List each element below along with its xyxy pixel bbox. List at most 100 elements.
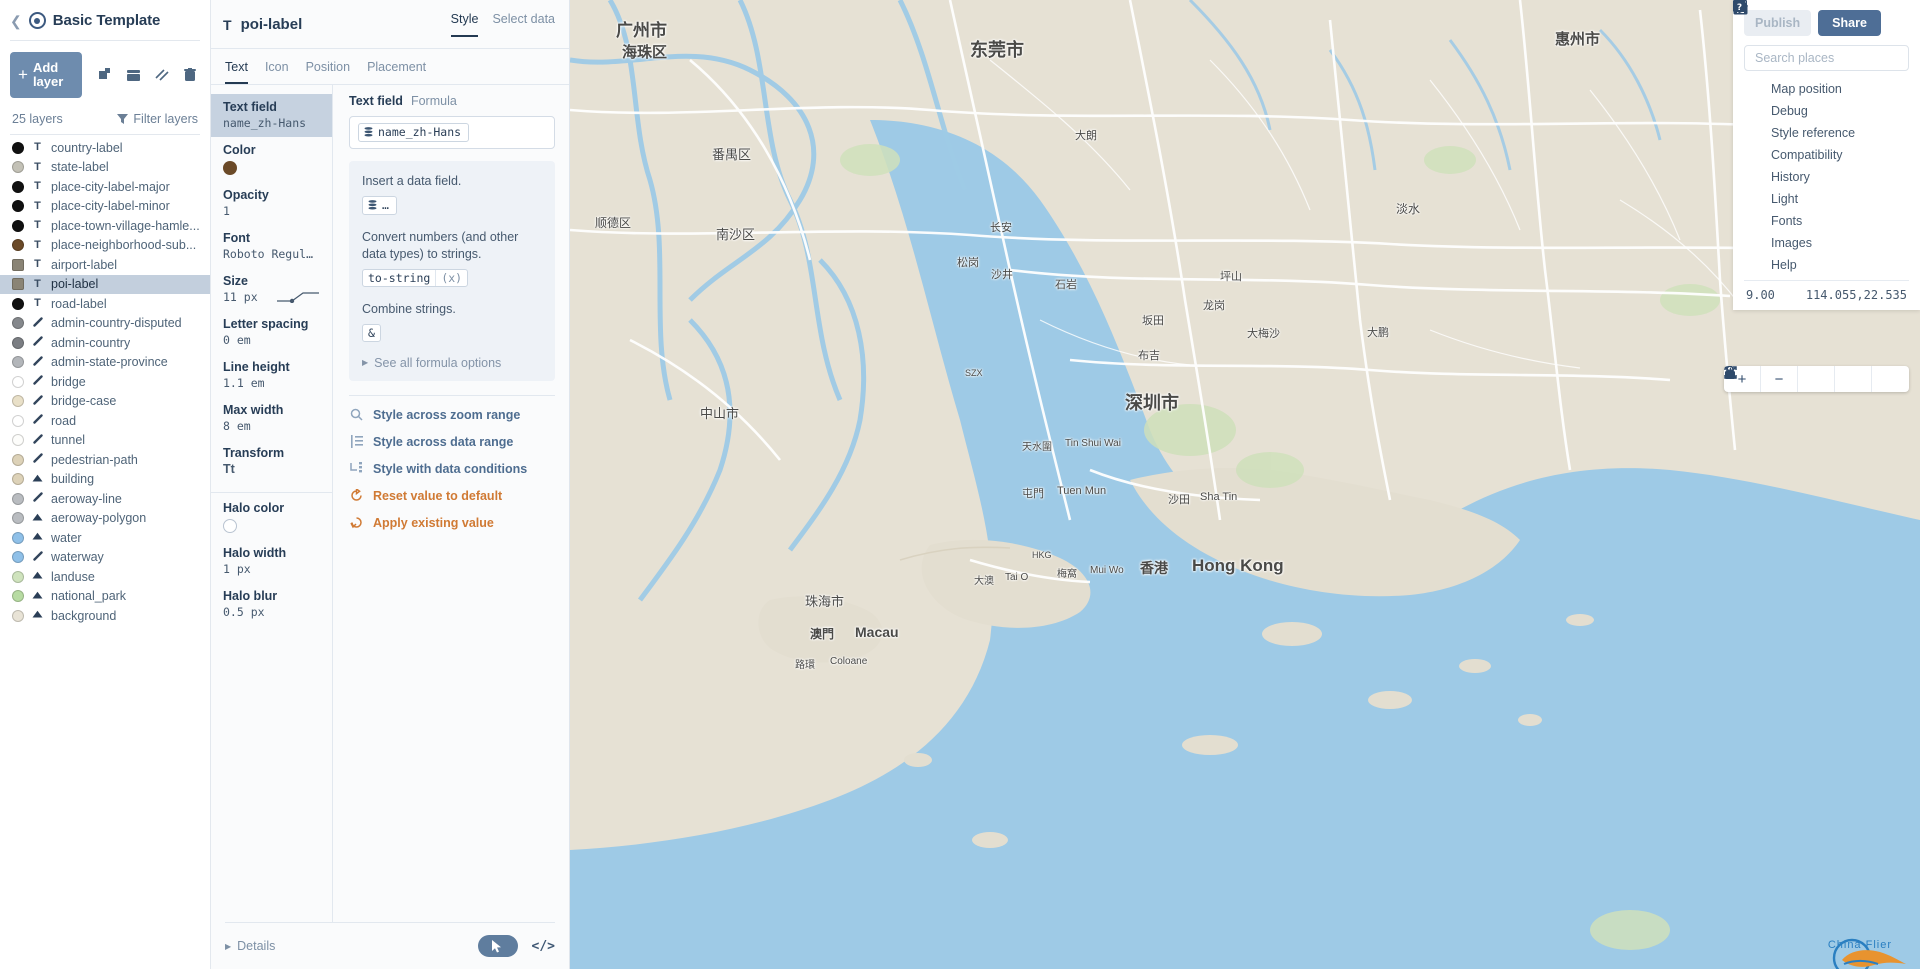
layer-row-national_park[interactable]: national_park xyxy=(0,587,210,607)
hide-icon[interactable] xyxy=(155,68,170,82)
layer-row-background[interactable]: background xyxy=(0,606,210,626)
layer-color-swatch[interactable] xyxy=(12,180,24,193)
action-apply-existing-value[interactable]: Apply existing value xyxy=(349,516,555,530)
menu-item-compatibility[interactable]: Compatibility xyxy=(1733,0,1909,166)
menu-item-debug[interactable]: Debug xyxy=(1733,1,1909,122)
layer-row-place-city-label-minor[interactable]: Tplace-city-label-minor xyxy=(0,197,210,217)
duplicate-icon[interactable] xyxy=(99,68,113,82)
see-all-formula-options[interactable]: ▶ See all formula options xyxy=(362,356,542,370)
layer-color-swatch[interactable] xyxy=(12,200,24,213)
tab-text[interactable]: Text xyxy=(225,60,248,84)
map-canvas[interactable]: 广州市 海珠区 东莞市 深圳市 Hong Kong 香港 Macau 澳門 惠州市 番禺区 南沙区中… xyxy=(570,0,1920,969)
layer-row-place-city-label-major[interactable]: Tplace-city-label-major xyxy=(0,177,210,197)
layer-color-swatch[interactable] xyxy=(12,434,24,447)
layer-row-admin-state-province[interactable]: admin-state-province xyxy=(0,353,210,373)
tab-icon[interactable]: Icon xyxy=(265,60,289,84)
layer-row-airport-label[interactable]: Tairport-label xyxy=(0,255,210,275)
action-style-across-data-range[interactable]: Style across data range xyxy=(349,435,555,449)
layer-color-swatch[interactable] xyxy=(12,161,24,174)
layer-row-building[interactable]: building xyxy=(0,470,210,490)
tab-placement[interactable]: Placement xyxy=(367,60,426,84)
menu-item-map-position[interactable]: Map position xyxy=(1733,0,1909,100)
layer-color-swatch[interactable] xyxy=(12,551,24,564)
action-style-across-zoom-range[interactable]: Style across zoom range xyxy=(349,408,555,422)
fullscreen-icon[interactable] xyxy=(1724,366,1909,392)
layer-row-country-label[interactable]: Tcountry-label xyxy=(0,138,210,158)
tab-position[interactable]: Position xyxy=(306,60,350,84)
zoom-curve-icon[interactable] xyxy=(276,289,320,303)
concat-button[interactable]: & xyxy=(362,323,381,342)
layer-color-swatch[interactable] xyxy=(12,258,24,271)
layer-row-landuse[interactable]: landuse xyxy=(0,567,210,587)
layer-row-aeroway-polygon[interactable]: aeroway-polygon xyxy=(0,509,210,529)
layer-row-admin-country[interactable]: admin-country xyxy=(0,333,210,353)
layer-color-swatch[interactable] xyxy=(12,278,24,291)
layer-color-swatch[interactable] xyxy=(12,317,24,330)
layer-color-swatch[interactable] xyxy=(12,297,24,310)
tab-style[interactable]: Style xyxy=(450,12,479,37)
layer-color-swatch[interactable] xyxy=(12,219,24,232)
layer-color-swatch[interactable] xyxy=(12,395,24,408)
add-layer-button[interactable]: + Add layer xyxy=(10,52,82,98)
zoom-out-icon[interactable]: − xyxy=(1761,366,1798,392)
property-font[interactable]: Font Roboto Regul… xyxy=(211,225,332,268)
property-halo-color[interactable]: Halo color xyxy=(211,495,332,540)
menu-item-history[interactable]: History xyxy=(1733,0,1909,188)
formula-input[interactable]: name_zh-Hans xyxy=(349,116,555,149)
layer-color-swatch[interactable] xyxy=(12,473,24,486)
layer-color-swatch[interactable] xyxy=(12,590,24,603)
cursor-mode-toggle[interactable] xyxy=(477,935,518,957)
group-icon[interactable] xyxy=(127,69,141,82)
layer-row-pedestrian-path[interactable]: pedestrian-path xyxy=(0,450,210,470)
layer-color-swatch[interactable] xyxy=(12,570,24,583)
property-letter-spacing[interactable]: Letter spacing 0 em xyxy=(211,311,332,354)
layer-row-bridge-case[interactable]: bridge-case xyxy=(0,392,210,412)
property-transform[interactable]: Transform Tt xyxy=(211,440,332,483)
property-max-width[interactable]: Max width 8 em xyxy=(211,397,332,440)
tab-select-data[interactable]: Select data xyxy=(492,12,555,37)
property-halo-blur[interactable]: Halo blur 0.5 px xyxy=(211,583,332,626)
property-color-swatch[interactable] xyxy=(223,161,237,175)
layer-row-waterway[interactable]: waterway xyxy=(0,548,210,568)
chevron-left-icon[interactable]: ❮ xyxy=(10,14,22,28)
property-size[interactable]: Size 11 px xyxy=(211,268,332,311)
layer-color-swatch[interactable] xyxy=(12,453,24,466)
compass-lock-icon[interactable] xyxy=(1725,366,1835,392)
action-reset-value-to-default[interactable]: Reset value to default xyxy=(349,489,555,503)
menu-item-style-reference[interactable]: Style reference xyxy=(1734,1,1909,144)
insert-data-field-button[interactable]: … xyxy=(362,195,397,215)
menu-item-images[interactable]: Images xyxy=(1733,0,1909,254)
layer-color-swatch[interactable] xyxy=(12,239,24,252)
layer-color-swatch[interactable] xyxy=(12,356,24,369)
property-color-swatch[interactable] xyxy=(223,519,237,533)
search-places-box[interactable] xyxy=(1733,0,1909,71)
layer-row-road-label[interactable]: Troad-label xyxy=(0,294,210,314)
layer-row-bridge[interactable]: bridge xyxy=(0,372,210,392)
details-toggle[interactable]: ▶ Details xyxy=(225,939,275,953)
layer-row-admin-country-disputed[interactable]: admin-country-disputed xyxy=(0,314,210,334)
data-field-chip[interactable]: name_zh-Hans xyxy=(358,123,470,142)
layer-row-water[interactable]: water xyxy=(0,528,210,548)
menu-item-help[interactable]: ? Help xyxy=(1733,0,1909,276)
layer-color-swatch[interactable] xyxy=(12,414,24,427)
property-line-height[interactable]: Line height 1.1 em xyxy=(211,354,332,397)
north-arrow-icon[interactable] xyxy=(1725,366,1872,392)
property-opacity[interactable]: Opacity 1 xyxy=(211,182,332,225)
layer-row-state-label[interactable]: Tstate-label xyxy=(0,158,210,178)
action-style-with-data-conditions[interactable]: Style with data conditions xyxy=(349,462,555,476)
layer-row-road[interactable]: road xyxy=(0,411,210,431)
property-halo-width[interactable]: Halo width 1 px xyxy=(211,540,332,583)
layer-row-place-neighborhood-sub...[interactable]: Tplace-neighborhood-sub... xyxy=(0,236,210,256)
layer-color-swatch[interactable] xyxy=(12,492,24,505)
to-string-button[interactable]: to-string (x) xyxy=(362,268,469,287)
filter-layers-button[interactable]: Filter layers xyxy=(117,112,198,126)
layer-color-swatch[interactable] xyxy=(12,336,24,349)
layer-color-swatch[interactable] xyxy=(12,531,24,544)
layer-color-swatch[interactable] xyxy=(12,609,24,622)
layer-row-tunnel[interactable]: tunnel xyxy=(0,431,210,451)
layer-color-swatch[interactable] xyxy=(12,375,24,388)
layer-row-place-town-village-hamle...[interactable]: Tplace-town-village-hamle... xyxy=(0,216,210,236)
layer-color-swatch[interactable] xyxy=(12,141,24,154)
delete-icon[interactable] xyxy=(184,68,196,82)
share-button[interactable]: Share xyxy=(1818,10,1881,36)
